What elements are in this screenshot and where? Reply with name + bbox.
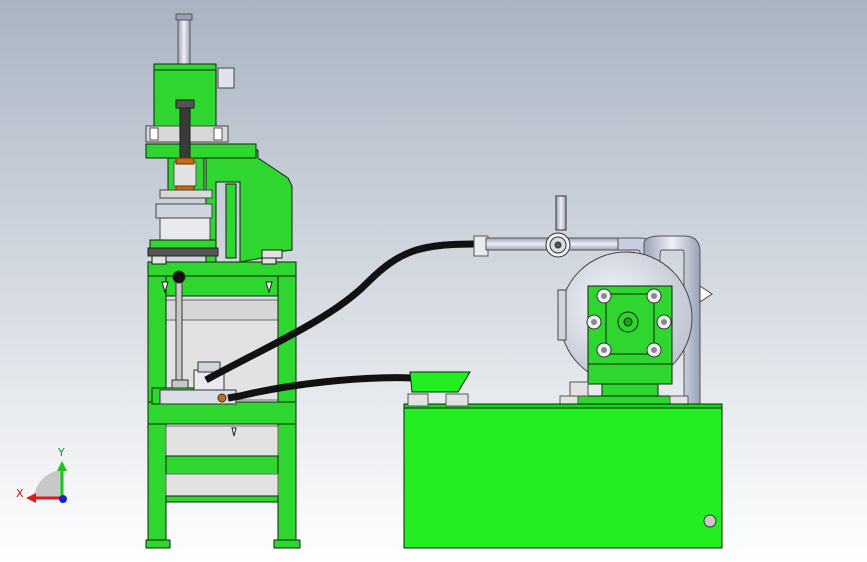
- assembly-drawing: X Y: [0, 0, 867, 562]
- x-axis-label: X: [16, 487, 24, 500]
- cad-viewport: X Y: [0, 0, 867, 562]
- y-axis-label: Y: [57, 446, 65, 459]
- hydraulic-tank: [403, 393, 723, 549]
